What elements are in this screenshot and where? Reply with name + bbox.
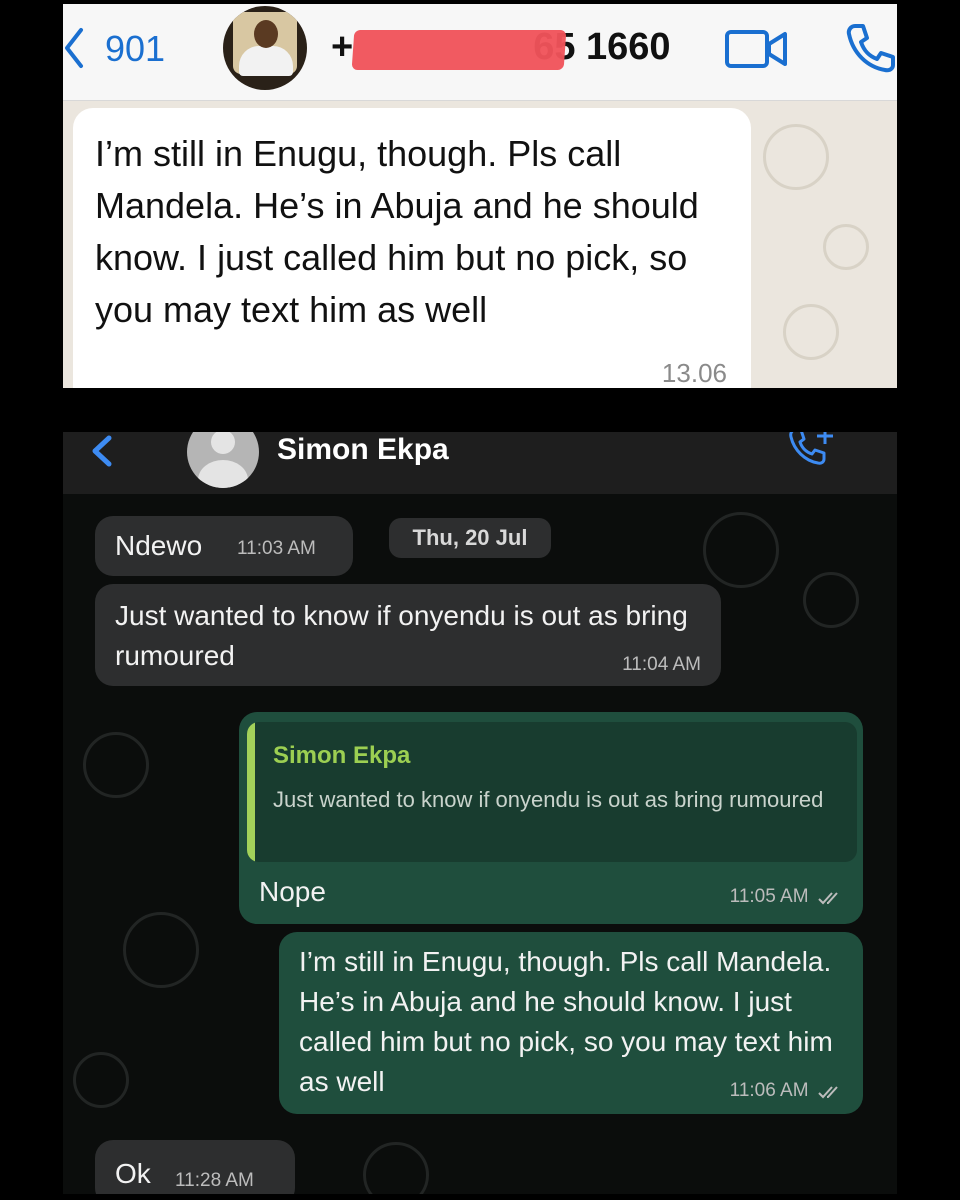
message-text: Nope (259, 876, 326, 907)
reply-sender-name: Simon Ekpa (273, 742, 411, 769)
phone-call-icon[interactable] (845, 22, 897, 74)
wallpaper-doodle (73, 1052, 129, 1108)
back-unread-count[interactable]: 901 (105, 28, 165, 70)
top-chat-screenshot: 901 +65 1660 I’m still in Enugu, though.… (63, 4, 897, 388)
incoming-message-bubble[interactable]: Ndewo 11:03 AM (95, 516, 353, 576)
reply-quoted-text: Just wanted to know if onyendu is out as… (273, 787, 824, 812)
wallpaper-doodle (763, 124, 829, 190)
wallpaper-doodle (703, 512, 779, 588)
back-chevron-icon[interactable] (89, 434, 115, 468)
incoming-message-bubble[interactable]: Just wanted to know if onyendu is out as… (95, 584, 721, 686)
add-call-icon[interactable] (789, 432, 837, 470)
reply-accent-bar (247, 722, 255, 862)
quoted-reply[interactable]: Simon Ekpa Just wanted to know if onyend… (247, 722, 857, 862)
avatar[interactable] (223, 6, 307, 90)
back-chevron-icon[interactable] (63, 26, 87, 70)
wallpaper-doodle (823, 224, 869, 270)
message-time: 13.06 (661, 358, 727, 388)
chat-header: 901 +65 1660 (63, 4, 897, 101)
wallpaper-doodle (83, 732, 149, 798)
wallpaper-doodle (363, 1142, 429, 1194)
double-check-icon (818, 892, 838, 905)
wallpaper-doodle (803, 572, 859, 628)
incoming-message-bubble[interactable]: I’m still in Enugu, though. Pls call Man… (73, 108, 751, 388)
bottom-chat-screenshot: Simon Ekpa Thu, 20 Jul Ndewo 11:03 AM Ju… (63, 432, 897, 1194)
redaction-mark (351, 30, 567, 70)
message-time: 11:04 AM (622, 654, 701, 675)
message-meta: 11:06 AM (730, 1080, 845, 1102)
double-check-icon (818, 1086, 838, 1099)
date-separator: Thu, 20 Jul (389, 518, 551, 558)
outgoing-message-bubble[interactable]: I’m still in Enugu, though. Pls call Man… (279, 932, 863, 1114)
message-text: Ndewo (115, 530, 203, 561)
outgoing-message-bubble[interactable]: Simon Ekpa Just wanted to know if onyend… (239, 712, 863, 924)
message-time: 11:06 AM (729, 1080, 809, 1101)
wallpaper-doodle (783, 304, 839, 360)
wallpaper-doodle (123, 912, 199, 988)
video-call-icon[interactable] (725, 28, 787, 70)
message-meta: 11:05 AM (730, 886, 845, 908)
contact-name[interactable]: Simon Ekpa (277, 433, 449, 467)
avatar[interactable] (187, 432, 259, 488)
message-time: 11:28 AM (175, 1170, 254, 1191)
chat-header: Simon Ekpa (63, 432, 897, 494)
message-time: 11:05 AM (729, 886, 809, 907)
incoming-message-bubble[interactable]: Ok 11:28 AM (95, 1140, 295, 1194)
message-text: Ok (115, 1158, 151, 1189)
message-time: 11:03 AM (237, 538, 316, 559)
message-text: I’m still in Enugu, though. Pls call Man… (95, 133, 699, 330)
message-text: I’m still in Enugu, though. Pls call Man… (299, 946, 833, 1097)
